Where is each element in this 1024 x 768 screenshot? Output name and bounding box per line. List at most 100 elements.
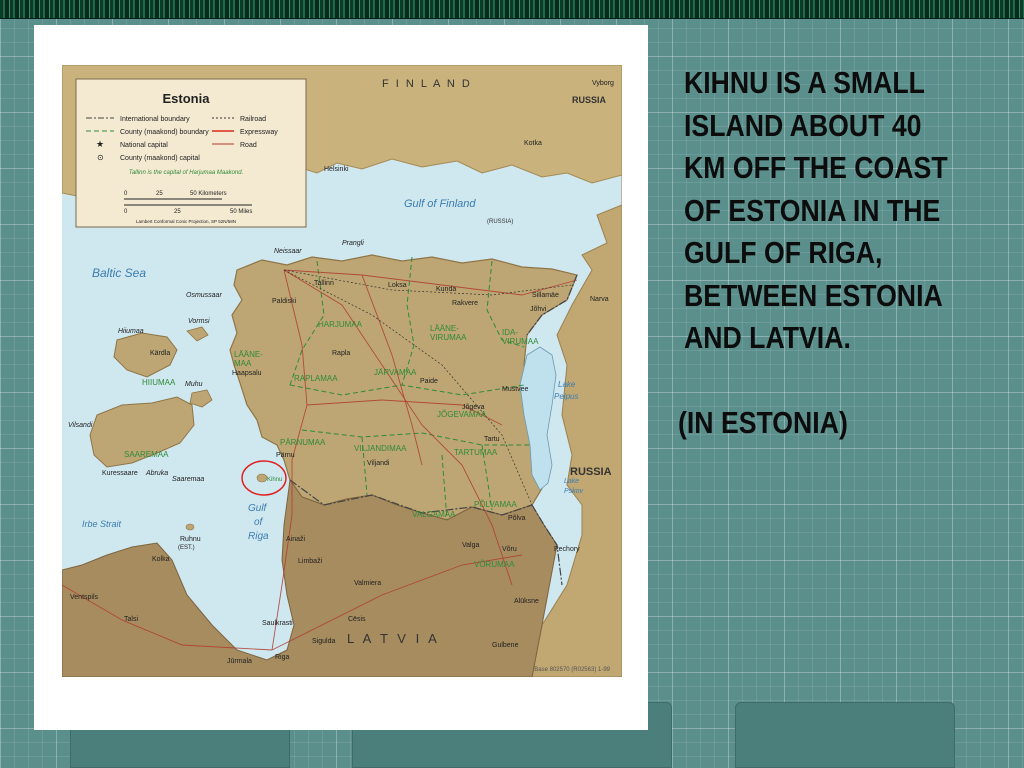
- county-tartumaa: TARTUMAA: [454, 448, 498, 457]
- star-icon: ★: [96, 139, 104, 149]
- gulf-of-finland-label: Gulf of Finland: [404, 198, 476, 210]
- legend-national-capital: National capital: [120, 142, 168, 149]
- lake-peipus-label-1: Lake: [558, 380, 576, 389]
- city-kardla: Kärdla: [150, 350, 170, 357]
- county-valgamaa: VALGAMAA: [412, 510, 456, 519]
- scale-25-km: 25: [156, 191, 163, 197]
- text-line-2: ISLAND ABOUT 40: [684, 107, 922, 143]
- city-paldiski: Paldiski: [272, 298, 297, 305]
- scale-25-mi: 25: [174, 209, 181, 215]
- city-sigulda: Sigulda: [312, 638, 335, 645]
- legend-intl-boundary: International boundary: [120, 116, 190, 123]
- finland-label: F I N L A N D: [382, 78, 472, 90]
- county-harjumaa: HARJUMAA: [318, 320, 363, 329]
- county-vorumaa: VÕRUMAA: [474, 560, 515, 569]
- city-sillamae: Sillamäe: [532, 292, 559, 299]
- russia-label-top: RUSSIA: [572, 95, 607, 105]
- county-viljandimaa: VILJANDIMAA: [354, 444, 407, 453]
- island-prangli: Prangli: [342, 240, 364, 247]
- island-vilsandi: Vilsandi: [68, 422, 93, 429]
- city-rakvere: Rakvere: [452, 300, 478, 307]
- island-saaremaa: Saaremaa: [172, 476, 204, 483]
- city-tallinn: Tallinn: [314, 280, 334, 287]
- gulf-of-riga-label-3: Riga: [248, 531, 269, 542]
- city-valmiera: Valmiera: [354, 580, 381, 587]
- city-cesis: Cēsis: [348, 616, 366, 623]
- city-voru: Võru: [502, 546, 517, 553]
- county-jogevamaa: JÕGEVAMAA: [437, 410, 487, 419]
- city-kolka: Kolka: [152, 556, 170, 563]
- county-saaremaa: SAAREMAA: [124, 450, 169, 459]
- baltic-sea-label: Baltic Sea: [92, 266, 146, 280]
- legend-title: Estonia: [163, 91, 211, 106]
- slide-main-text: KIHNU IS A SMALL ISLAND ABOUT 40 KM OFF …: [684, 62, 968, 360]
- lake-pskov-label-2: Pskov: [564, 488, 584, 495]
- city-saulkrasti: Saulkrasti: [262, 620, 293, 627]
- county-raplamaa: RAPLAMAA: [294, 374, 338, 383]
- city-ainazi: Ainaži: [286, 536, 306, 543]
- legend-expressway: Expressway: [240, 129, 278, 136]
- county-polvamaa: PÕLVAMAA: [474, 500, 517, 509]
- text-line-4: OF ESTONIA IN THE: [684, 192, 941, 228]
- city-parnu: Pärnu: [276, 452, 295, 459]
- city-kotka: Kotka: [524, 140, 542, 147]
- legend-railroad: Railroad: [240, 116, 266, 123]
- legend-county-capital: County (maakond) capital: [120, 155, 200, 162]
- city-rapla: Rapla: [332, 350, 350, 357]
- text-line-5: GULF OF RIGA,: [684, 235, 883, 270]
- map-frame: Estonia International boundary County (m…: [34, 25, 648, 730]
- legend-projection: Lambert Conformal Conic Projection, SP 5…: [136, 219, 236, 224]
- russia-islands-label: (RUSSIA): [487, 219, 513, 225]
- city-valga: Valga: [462, 542, 479, 549]
- legend-note: Tallinn is the capital of Harjumaa Maako…: [129, 170, 244, 176]
- lake-peipus-label-2: Peipus: [554, 392, 578, 401]
- city-johvi: Jõhvi: [530, 306, 547, 313]
- city-kihnu: Kihnu: [267, 477, 282, 483]
- city-haapsalu: Haapsalu: [232, 370, 262, 377]
- city-tartu: Tartu: [484, 436, 500, 443]
- island-vormsi: Vormsi: [188, 318, 210, 325]
- city-loksa: Loksa: [388, 282, 407, 289]
- legend-county-boundary: County (maakond) boundary: [120, 129, 209, 136]
- city-polva: Põlva: [508, 515, 526, 522]
- city-viljandi: Viljandi: [367, 460, 390, 467]
- city-pechory: Pechory: [554, 546, 580, 553]
- city-kunda: Kunda: [436, 286, 456, 293]
- gulf-of-riga-label-1: Gulf: [248, 503, 268, 514]
- city-jogeva: Jõgeva: [462, 404, 485, 411]
- legend-road: Road: [240, 142, 257, 149]
- russia-label-right: RUSSIA: [570, 466, 612, 478]
- kihnu-island: [256, 473, 268, 483]
- city-mustvee: Mustvee: [502, 386, 529, 393]
- city-aluksne: Alūksne: [514, 598, 539, 605]
- city-ventspils: Ventspils: [70, 594, 99, 601]
- city-talsi: Talsi: [124, 616, 138, 623]
- text-line-3: KM OFF THE COAST: [684, 150, 948, 185]
- ruhnu-island: [185, 523, 195, 531]
- estonia-map: Estonia International boundary County (m…: [62, 65, 622, 677]
- slide-subtext: (IN ESTONIA): [678, 405, 848, 440]
- gulf-of-riga-label-2: of: [254, 517, 264, 528]
- island-abruka: Abruka: [145, 470, 168, 477]
- text-line-6: BETWEEN ESTONIA: [684, 277, 943, 313]
- county-jarvamaa: JÄRVAMAA: [374, 368, 417, 377]
- island-neissaar: Neissaar: [274, 248, 302, 255]
- island-osmussaar: Osmussaar: [186, 292, 222, 299]
- city-narva: Narva: [590, 296, 609, 303]
- map-footer: Base 802570 (R02563) 1-99: [534, 667, 610, 673]
- latvia-label: L A T V I A: [347, 631, 440, 646]
- city-ruhnu: Ruhnu: [180, 536, 201, 543]
- scale-miles-label: 50 Miles: [230, 209, 252, 215]
- city-ruhnu-est: (EST.): [178, 545, 195, 551]
- lake-pskov-label-1: Lake: [564, 478, 579, 485]
- map-legend: Estonia International boundary County (m…: [75, 78, 307, 228]
- island-muhu: Muhu: [185, 381, 203, 388]
- city-helsinki: Helsinki: [324, 166, 349, 173]
- circle-dot-icon: ⊙: [97, 153, 104, 162]
- decorative-circuit-bar: [0, 0, 1024, 19]
- city-limbazi: Limbaži: [298, 558, 323, 565]
- city-paide: Paide: [420, 378, 438, 385]
- city-riga: Riga: [275, 654, 290, 661]
- city-kuressaare: Kuressaare: [102, 470, 138, 477]
- island-hiiumaa: Hiiumaa: [118, 328, 144, 335]
